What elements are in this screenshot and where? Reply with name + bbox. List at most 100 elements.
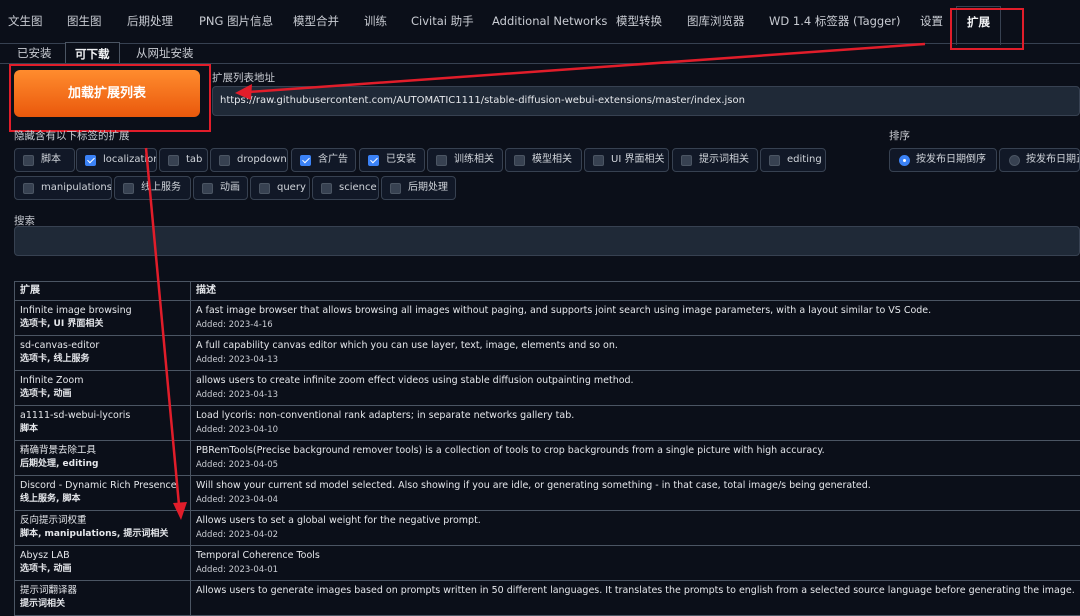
sort-date-desc-radio[interactable]: 按发布日期倒序: [889, 148, 997, 172]
tag-label: editing: [787, 154, 822, 165]
tag-online-checkbox[interactable]: 线上服务: [114, 176, 191, 200]
extension-tags: 选项卡, 动画: [20, 388, 185, 401]
tag-training-checkbox[interactable]: 训练相关: [427, 148, 503, 172]
tag-prompts-checkbox[interactable]: 提示词相关: [672, 148, 758, 172]
extension-name[interactable]: Discord - Dynamic Rich Presence: [20, 479, 185, 493]
extension-tags: 后期处理, editing: [20, 458, 185, 471]
tag-ui-checkbox[interactable]: UI 界面相关: [584, 148, 669, 172]
top-nav: 文生图 图生图 后期处理 PNG 图片信息 模型合并 训练 Civitai 助手…: [0, 0, 1080, 44]
search-input[interactable]: [14, 226, 1080, 256]
tab-civitai-helper[interactable]: Civitai 助手: [411, 8, 474, 34]
tab-png-info[interactable]: PNG 图片信息: [199, 8, 273, 34]
checkbox-icon: [259, 183, 270, 194]
extension-name[interactable]: Abysz LAB: [20, 549, 185, 563]
added-date: Added: 2023-04-13: [196, 388, 1075, 402]
column-header-description: 描述: [191, 282, 1080, 301]
table-row: sd-canvas-editor选项卡, 线上服务 A full capabil…: [15, 336, 1080, 371]
checkbox-icon: [436, 155, 447, 166]
tag-label: 含广告: [318, 154, 348, 165]
table-row: Infinite image browsing选项卡, UI 界面相关 A fa…: [15, 301, 1080, 336]
checkbox-icon: [23, 183, 34, 194]
tab-image-browser[interactable]: 图库浏览器: [687, 8, 745, 34]
added-date: Added: 2023-04-04: [196, 493, 1075, 507]
tab-postprocess[interactable]: 后期处理: [127, 8, 173, 34]
sort-option-label: 按发布日期倒序: [916, 154, 986, 165]
url-label: 扩展列表地址: [212, 70, 275, 85]
tag-editing-checkbox[interactable]: editing: [760, 148, 826, 172]
extension-name[interactable]: 反向提示词权重: [20, 514, 185, 528]
added-date: Added: 2023-04-01: [196, 563, 1075, 577]
tab-train[interactable]: 训练: [364, 8, 387, 34]
table-row: Abysz LAB选项卡, 动画 Temporal Coherence Tool…: [15, 546, 1080, 581]
tag-postprocess-checkbox[interactable]: 后期处理: [381, 176, 456, 200]
checkbox-checked-icon: [368, 155, 379, 166]
tag-script-checkbox[interactable]: 脚本: [14, 148, 75, 172]
tab-settings[interactable]: 设置: [920, 8, 943, 34]
extension-tags: 线上服务, 脚本: [20, 493, 185, 506]
added-date: Added: 2023-04-10: [196, 423, 1075, 437]
extension-index-url-input[interactable]: https://raw.githubusercontent.com/AUTOMA…: [212, 86, 1080, 116]
extension-name[interactable]: Infinite Zoom: [20, 374, 185, 388]
tag-ads-checkbox[interactable]: 含广告: [291, 148, 356, 172]
sort-label: 排序: [889, 128, 910, 143]
extension-description: allows users to create infinite zoom eff…: [196, 374, 1075, 388]
extension-name[interactable]: sd-canvas-editor: [20, 339, 185, 353]
radio-selected-icon: [899, 155, 910, 166]
extension-name[interactable]: 提示词翻译器: [20, 584, 185, 598]
extension-name[interactable]: 精确背景去除工具: [20, 444, 185, 458]
tab-img2img[interactable]: 图生图: [67, 8, 102, 34]
checkbox-icon: [514, 155, 525, 166]
extension-description: Load lycoris: non-conventional rank adap…: [196, 409, 1075, 423]
tab-txt2img[interactable]: 文生图: [8, 8, 43, 34]
extensions-table: 扩展 描述 Infinite image browsing选项卡, UI 界面相…: [14, 281, 1080, 616]
sort-date-asc-radio[interactable]: 按发布日期正: [999, 148, 1080, 172]
tag-label: tab: [186, 154, 202, 165]
extension-description: A full capability canvas editor which yo…: [196, 339, 1075, 353]
tag-label: dropdown: [237, 154, 287, 165]
tag-label: 动画: [220, 182, 240, 193]
extension-tags: 脚本, manipulations, 提示词相关: [20, 528, 185, 541]
table-row: Infinite Zoom选项卡, 动画 allows users to cre…: [15, 371, 1080, 406]
tab-tagger[interactable]: WD 1.4 标签器 (Tagger): [769, 8, 901, 34]
tag-localization-checkbox[interactable]: localization: [76, 148, 157, 172]
tag-label: 模型相关: [532, 154, 572, 165]
arrow-line-to-load-button: [248, 44, 925, 92]
tag-label: science: [339, 182, 377, 193]
tag-installed-checkbox[interactable]: 已安装: [359, 148, 425, 172]
tag-models-checkbox[interactable]: 模型相关: [505, 148, 582, 172]
tab-model-convert[interactable]: 模型转换: [616, 8, 662, 34]
checkbox-icon: [390, 183, 401, 194]
tag-dropdown-checkbox[interactable]: dropdown: [210, 148, 288, 172]
checkbox-checked-icon: [85, 155, 96, 166]
extension-name[interactable]: a1111-sd-webui-lycoris: [20, 409, 185, 423]
extension-tags: 选项卡, 动画: [20, 563, 185, 576]
checkbox-icon: [769, 155, 780, 166]
added-date: Added: 2023-4-16: [196, 318, 1075, 332]
table-header-row: 扩展 描述: [15, 282, 1080, 301]
tag-tab-checkbox[interactable]: tab: [159, 148, 208, 172]
tag-label: 线上服务: [141, 182, 181, 193]
hide-tags-label: 隐藏含有以下标签的扩展: [14, 128, 130, 143]
tag-label: 后期处理: [408, 182, 448, 193]
tag-label: manipulations: [41, 182, 112, 193]
subtab-installed[interactable]: 已安装: [17, 42, 52, 64]
tag-science-checkbox[interactable]: science: [312, 176, 379, 200]
tag-query-checkbox[interactable]: query: [250, 176, 310, 200]
extension-name[interactable]: Infinite image browsing: [20, 304, 185, 318]
extension-description: Temporal Coherence Tools: [196, 549, 1075, 563]
tag-animation-checkbox[interactable]: 动画: [193, 176, 248, 200]
tag-label: query: [277, 182, 306, 193]
subtab-install-from-url[interactable]: 从网址安装: [136, 42, 194, 64]
checkbox-icon: [681, 155, 692, 166]
tag-label: 脚本: [41, 154, 61, 165]
tag-label: UI 界面相关: [611, 154, 664, 165]
tab-extensions[interactable]: 扩展: [956, 6, 1001, 45]
load-extension-list-button[interactable]: 加载扩展列表: [14, 70, 200, 117]
tab-model-merge[interactable]: 模型合并: [293, 8, 339, 34]
radio-icon: [1009, 155, 1020, 166]
tag-manipulations-checkbox[interactable]: manipulations: [14, 176, 112, 200]
checkbox-icon: [593, 155, 604, 166]
tab-additional-networks[interactable]: Additional Networks: [492, 8, 607, 34]
added-date: Added: 2023-04-05: [196, 458, 1075, 472]
tag-label: 已安装: [386, 154, 416, 165]
